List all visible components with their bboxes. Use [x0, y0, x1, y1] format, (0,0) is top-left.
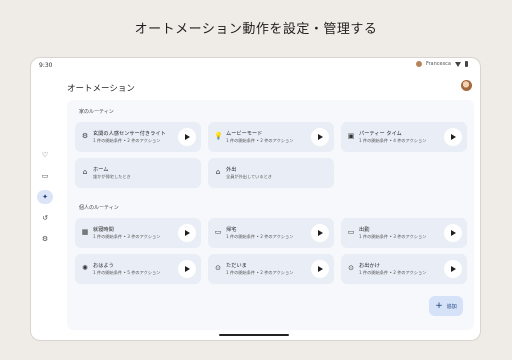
status-time: 9:30	[39, 62, 53, 69]
routine-title: 就寝時間	[93, 227, 114, 233]
play-button[interactable]	[178, 128, 196, 146]
play-icon	[185, 134, 190, 140]
routine-card[interactable]: ⊙ お出かけ 1 件の開始条件 • 2 件のアクション	[341, 254, 467, 284]
play-icon	[451, 230, 456, 236]
routine-subtitle: 1 件の開始条件 • 4 件のアクション	[359, 138, 427, 143]
play-icon	[318, 230, 323, 236]
routine-card[interactable]: ▦ 就寝時間 1 件の開始条件 • 3 件のアクション	[75, 218, 201, 248]
routine-card[interactable]: 💡 ムービーモード 1 件の開始条件 • 2 件のアクション	[208, 122, 334, 152]
play-button[interactable]	[311, 128, 329, 146]
account-avatar[interactable]	[461, 80, 472, 91]
play-icon	[318, 134, 323, 140]
play-button[interactable]	[178, 260, 196, 278]
routine-subtitle: 1 件の開始条件 • 5 件のアクション	[93, 270, 161, 275]
routine-subtitle: 1 件の開始条件 • 2 件のアクション	[226, 234, 294, 239]
home-icon: ⌂	[82, 168, 88, 176]
tablet-screen: 9:30 Francesca オートメーション ♡ ▭ ✦ ↺ ⚙ + 追加 家のルーテ…	[31, 58, 480, 340]
routine-title: ホーム	[93, 167, 109, 173]
section-label: 家のルーティン	[79, 109, 114, 115]
play-button[interactable]	[444, 224, 462, 242]
routine-subtitle: 全員が外出しているとき	[226, 174, 272, 179]
battery-icon	[465, 61, 468, 67]
car-icon: ▭	[214, 228, 222, 236]
play-button[interactable]	[444, 128, 462, 146]
favorites-icon[interactable]: ♡	[37, 148, 53, 162]
play-icon	[185, 230, 190, 236]
routine-subtitle: 誰かが帰宅したとき	[93, 174, 131, 179]
location-icon: ⊙	[348, 264, 354, 272]
status-right: Francesca	[415, 61, 468, 67]
add-button-label: 追加	[446, 303, 457, 310]
routine-subtitle: 1 件の開始条件 • 2 件のアクション	[93, 138, 161, 143]
routine-subtitle: 1 件の開始条件 • 2 件のアクション	[359, 270, 427, 275]
routine-title: ムービーモード	[226, 131, 263, 137]
routine-subtitle: 1 件の開始条件 • 2 件のアクション	[226, 270, 294, 275]
status-user: Francesca	[425, 61, 451, 67]
routine-card[interactable]: ▣ パーティー タイム 1 件の開始条件 • 4 件のアクション	[341, 122, 467, 152]
play-icon	[185, 266, 190, 272]
routine-card[interactable]: ✺ おはよう 1 件の開始条件 • 5 件のアクション	[75, 254, 201, 284]
routine-card[interactable]: ▭ 帰宅 1 件の開始条件 • 2 件のアクション	[208, 218, 334, 248]
plus-icon: +	[435, 300, 443, 311]
routine-title: ただいま	[226, 263, 247, 269]
routine-card[interactable]: ⌂ 外出 全員が外出しているとき	[208, 158, 334, 188]
sun-icon: ✺	[82, 264, 88, 272]
status-bar: 9:30 Francesca	[31, 58, 480, 72]
play-button[interactable]	[178, 224, 196, 242]
routine-card[interactable]: ⊙ ただいま 1 件の開始条件 • 2 件のアクション	[208, 254, 334, 284]
sensor-icon: ⚙	[81, 132, 89, 140]
app-title: オートメーション	[67, 84, 135, 94]
devices-icon[interactable]: ▭	[37, 169, 53, 183]
routine-title: 外出	[226, 167, 237, 173]
wifi-icon	[455, 61, 461, 67]
speaker-icon: ▣	[347, 132, 355, 140]
settings-icon[interactable]: ⚙	[37, 232, 53, 246]
routine-title: パーティー タイム	[359, 131, 402, 137]
status-avatar	[415, 61, 422, 67]
play-icon	[318, 266, 323, 272]
automations-panel: + 追加 家のルーティン ⚙ 玄関の人感センサー付きライト 1 件の開始条件 • 2 …	[67, 100, 474, 330]
lightbulb-icon: 💡	[214, 132, 223, 140]
work-icon: ▭	[347, 228, 355, 236]
routine-title: おはよう	[93, 263, 114, 269]
play-icon	[451, 134, 456, 140]
automations-icon[interactable]: ✦	[37, 190, 53, 204]
routine-title: 帰宅	[226, 227, 237, 233]
routine-subtitle: 1 件の開始条件 • 3 件のアクション	[359, 234, 427, 239]
play-button[interactable]	[311, 224, 329, 242]
play-icon	[451, 266, 456, 272]
routine-subtitle: 1 件の開始条件 • 3 件のアクション	[93, 234, 161, 239]
play-button[interactable]	[311, 260, 329, 278]
activity-icon[interactable]: ↺	[37, 211, 53, 225]
routine-title: お出かけ	[359, 263, 380, 269]
calendar-icon: ▦	[81, 228, 89, 236]
home-indicator	[219, 334, 289, 336]
routine-title: 出勤	[359, 227, 370, 233]
routine-title: 玄関の人感センサー付きライト	[93, 131, 166, 137]
routine-card[interactable]: ▭ 出勤 1 件の開始条件 • 3 件のアクション	[341, 218, 467, 248]
section-label: 個人のルーティン	[79, 205, 119, 211]
play-button[interactable]	[444, 260, 462, 278]
routine-subtitle: 1 件の開始条件 • 2 件のアクション	[226, 138, 294, 143]
page-headline: オートメーション動作を設定・管理する	[134, 22, 378, 37]
location-icon: ⊙	[215, 264, 221, 272]
add-button[interactable]: + 追加	[429, 296, 463, 316]
routine-card[interactable]: ⌂ ホーム 誰かが帰宅したとき	[75, 158, 201, 188]
routine-card[interactable]: ⚙ 玄関の人感センサー付きライト 1 件の開始条件 • 2 件のアクション	[75, 122, 201, 152]
away-icon: ⌂	[215, 168, 221, 176]
